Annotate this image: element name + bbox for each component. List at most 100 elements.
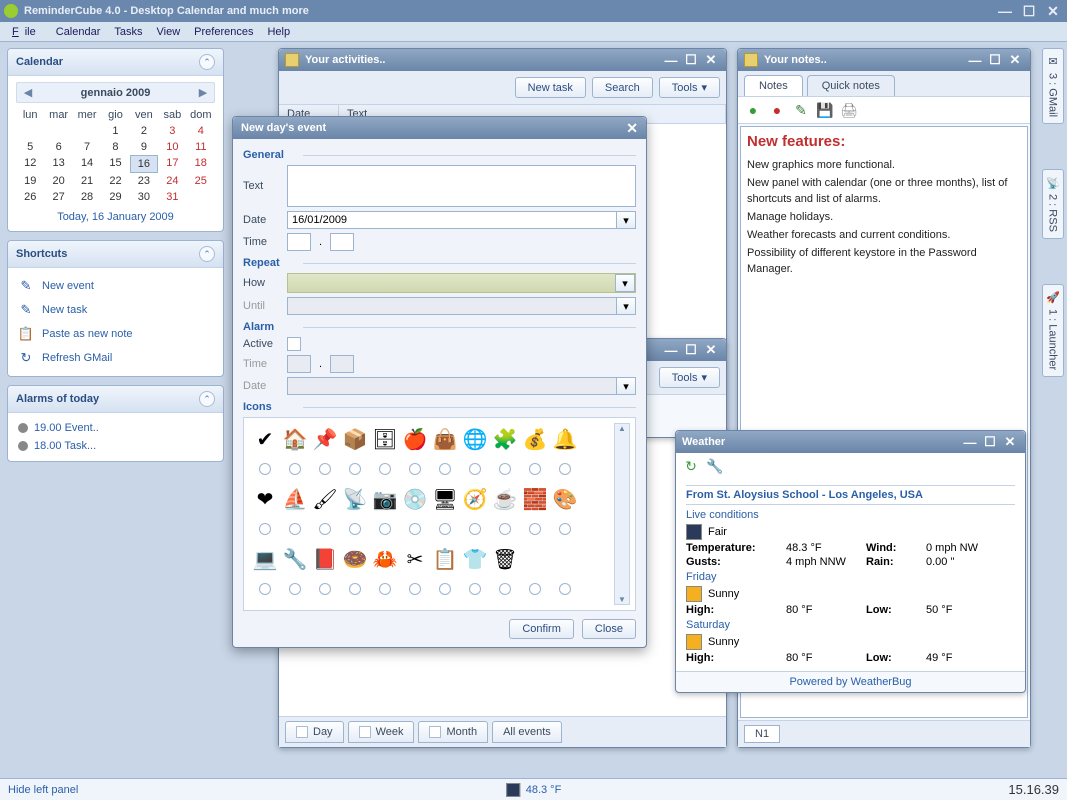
shortcut-item[interactable]: ✎New event	[16, 274, 215, 298]
icon-radio[interactable]	[250, 514, 280, 544]
icon-option[interactable]: 🖥	[430, 484, 460, 514]
icon-option[interactable]: 🌐	[460, 424, 490, 454]
cal-day[interactable]: 9	[130, 139, 158, 155]
tab-all-events[interactable]: All events	[492, 721, 562, 743]
icon-radio[interactable]	[400, 514, 430, 544]
weather-settings-icon[interactable]: 🔧	[706, 457, 724, 475]
print-note-icon[interactable]: 🖨	[840, 101, 858, 119]
icon-radio[interactable]	[460, 574, 490, 604]
icon-option[interactable]: 📦	[340, 424, 370, 454]
calendar-collapse-icon[interactable]: ⌃	[199, 54, 215, 70]
icon-option[interactable]: 👕	[460, 544, 490, 574]
tab-week[interactable]: Week	[348, 721, 415, 743]
icon-option[interactable]: 📷	[370, 484, 400, 514]
dialog-close-icon[interactable]: ✕	[626, 120, 638, 137]
cal-today-label[interactable]: Today, 16 January 2009	[16, 205, 215, 225]
icon-radio[interactable]	[250, 574, 280, 604]
icon-radio[interactable]	[400, 574, 430, 604]
close-dialog-button[interactable]: Close	[582, 619, 636, 639]
tab-quick-notes[interactable]: Quick notes	[807, 75, 895, 96]
icon-option[interactable]: 🎨	[550, 484, 580, 514]
cal-day[interactable]: 11	[187, 139, 215, 155]
lower-max-button[interactable]: ☐	[682, 343, 700, 357]
icon-radio[interactable]	[490, 574, 520, 604]
cal-prev-button[interactable]: ◀	[21, 86, 35, 99]
search-button[interactable]: Search	[592, 77, 653, 98]
cal-day[interactable]: 4	[187, 123, 215, 139]
menu-file[interactable]: File	[6, 24, 48, 40]
icon-radio[interactable]	[520, 574, 550, 604]
shortcut-item[interactable]: ↻Refresh GMail	[16, 346, 215, 370]
delete-note-icon[interactable]: ●	[768, 101, 786, 119]
cal-day[interactable]: 22	[101, 173, 129, 189]
cal-day[interactable]: 16	[130, 155, 158, 173]
icon-radio[interactable]	[550, 454, 580, 484]
icon-radio[interactable]	[310, 514, 340, 544]
icon-option[interactable]: 🔔	[550, 424, 580, 454]
icon-option[interactable]: 🗄	[370, 424, 400, 454]
cal-day[interactable]: 26	[16, 189, 44, 205]
icon-radio[interactable]	[490, 454, 520, 484]
menu-preferences[interactable]: Preferences	[188, 24, 259, 40]
icon-option[interactable]	[550, 544, 580, 574]
notes-page-indicator[interactable]: N1	[744, 725, 780, 743]
alarm-item[interactable]: 18.00 Task...	[16, 437, 215, 455]
icon-option[interactable]: 🍎	[400, 424, 430, 454]
menu-view[interactable]: View	[151, 24, 187, 40]
cal-day[interactable]: 17	[158, 155, 186, 173]
weather-refresh-icon[interactable]: ↻	[682, 457, 700, 475]
icon-option[interactable]: 🧩	[490, 424, 520, 454]
icon-option[interactable]: 📋	[430, 544, 460, 574]
weather-min-button[interactable]: —	[961, 435, 979, 449]
shortcut-item[interactable]: ✎New task	[16, 298, 215, 322]
cal-day[interactable]: 18	[187, 155, 215, 173]
icon-option[interactable]: 📌	[310, 424, 340, 454]
menu-tasks[interactable]: Tasks	[108, 24, 148, 40]
cal-day[interactable]: 12	[16, 155, 44, 173]
sidetab-rss[interactable]: 📡2 : RSS	[1042, 169, 1064, 239]
icon-option[interactable]	[520, 544, 550, 574]
icon-option[interactable]: 🗑	[490, 544, 520, 574]
icon-scrollbar[interactable]	[614, 423, 630, 605]
activities-max-button[interactable]: ☐	[682, 53, 700, 67]
icon-radio[interactable]	[310, 454, 340, 484]
shortcut-item[interactable]: 📋Paste as new note	[16, 322, 215, 346]
maximize-button[interactable]: ☐	[1019, 4, 1039, 18]
cal-day[interactable]: 13	[44, 155, 72, 173]
icon-option[interactable]: 💻	[250, 544, 280, 574]
icon-radio[interactable]	[370, 514, 400, 544]
icon-option[interactable]: 🦀	[370, 544, 400, 574]
icon-option[interactable]: 💿	[400, 484, 430, 514]
icon-option[interactable]: ✔	[250, 424, 280, 454]
sidetab-launcher[interactable]: 🚀1 : Launcher	[1042, 284, 1064, 377]
icon-option[interactable]: 🔧	[280, 544, 310, 574]
menu-help[interactable]: Help	[261, 24, 296, 40]
cal-day[interactable]: 3	[158, 123, 186, 139]
alarm-date-dropdown-button[interactable]: ▾	[616, 377, 636, 395]
icon-option[interactable]: 🧭	[460, 484, 490, 514]
add-note-icon[interactable]: ●	[744, 101, 762, 119]
cal-day[interactable]: 19	[16, 173, 44, 189]
activities-close-button[interactable]: ✕	[702, 53, 720, 67]
event-min-input[interactable]	[330, 233, 354, 251]
close-button[interactable]: ✕	[1043, 4, 1063, 18]
icon-radio[interactable]	[550, 574, 580, 604]
tab-month[interactable]: Month	[418, 721, 488, 743]
icon-option[interactable]: 👜	[430, 424, 460, 454]
icon-radio[interactable]	[340, 454, 370, 484]
cal-day[interactable]: 31	[158, 189, 186, 205]
cal-day[interactable]: 21	[73, 173, 101, 189]
save-note-icon[interactable]: 💾	[816, 101, 834, 119]
icon-radio[interactable]	[340, 574, 370, 604]
activities-min-button[interactable]: —	[662, 53, 680, 67]
cal-day[interactable]: 20	[44, 173, 72, 189]
cal-day[interactable]: 6	[44, 139, 72, 155]
notes-close-button[interactable]: ✕	[1006, 53, 1024, 67]
tab-notes[interactable]: Notes	[744, 75, 803, 96]
cal-day[interactable]: 28	[73, 189, 101, 205]
cal-day[interactable]: 7	[73, 139, 101, 155]
weather-close-button[interactable]: ✕	[1001, 435, 1019, 449]
minimize-button[interactable]: —	[995, 4, 1015, 18]
icon-radio[interactable]	[520, 454, 550, 484]
icon-radio[interactable]	[460, 514, 490, 544]
